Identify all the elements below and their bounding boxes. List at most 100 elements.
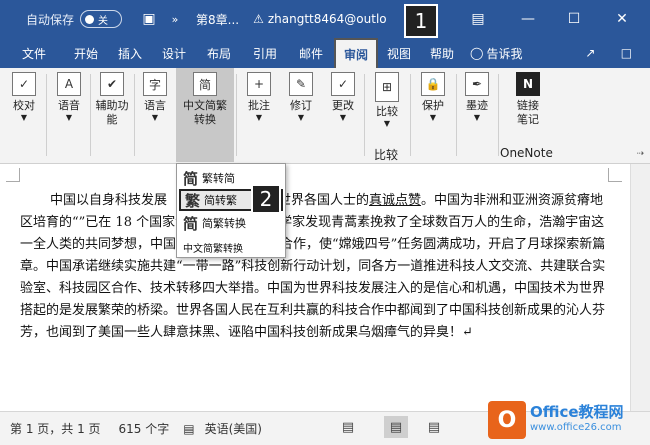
ribbon: ✓ 校对 ▼ A 语音 ▼ ✔ 辅助功 能 字 语言 ▼ 简 中文简繁 转换 +… xyxy=(0,68,650,164)
protect-label: 保护 xyxy=(422,99,444,112)
protect-button[interactable]: 🔒 保护 ▼ xyxy=(414,72,452,123)
ink-button[interactable]: ✒ 墨迹 ▼ xyxy=(458,72,496,123)
tab-design[interactable]: 设计 xyxy=(152,38,196,68)
traditional-glyph-icon: 繁 xyxy=(185,191,201,210)
chevron-down-icon: ▼ xyxy=(429,113,437,122)
chevron-down-icon: ▼ xyxy=(473,113,481,122)
text-run: 浩瀚宇宙这一全人类的共同梦想，中国积极推动国际航天合作，使“嫦娥四号”任务圆满成… xyxy=(20,215,606,340)
speech-label: 语音 xyxy=(58,99,80,112)
speech-button[interactable]: A 语音 ▼ xyxy=(50,72,88,123)
quick-access-more-icon[interactable]: » xyxy=(164,8,186,30)
proofing-status-icon[interactable]: ▤ xyxy=(183,422,194,436)
chevron-down-icon: ▼ xyxy=(339,113,347,122)
language-button[interactable]: 字 语言 ▼ xyxy=(136,72,174,123)
comments-icon[interactable]: □ xyxy=(612,38,640,68)
step-callout-1: 1 xyxy=(404,4,438,38)
accessibility-label-2: 能 xyxy=(106,113,118,126)
chinese-convert-button[interactable]: 简 中文简繁 转换 xyxy=(176,68,234,162)
ribbon-separator xyxy=(364,74,365,156)
text-run: 中国以自身科技发展 xyxy=(50,193,168,208)
save-icon[interactable]: ▣ xyxy=(138,8,160,30)
menu-item-label: 繁转简 xyxy=(202,172,236,185)
web-layout-icon[interactable]: ▤ xyxy=(422,416,446,438)
chevron-down-icon: ▼ xyxy=(383,119,391,128)
tell-me-label: 告诉我 xyxy=(486,46,523,61)
ribbon-separator xyxy=(410,74,411,156)
maximize-icon[interactable]: ☐ xyxy=(552,0,596,38)
menu-item-label: 简转繁 xyxy=(204,194,238,207)
compare-button[interactable]: ⊞ 比较 ▼ xyxy=(368,72,406,129)
collapse-ribbon-icon[interactable]: ⇢ xyxy=(636,149,644,159)
chinese-convert-label: 中文简繁 xyxy=(183,99,227,112)
onenote-link-button[interactable]: N 链接 笔记 xyxy=(504,72,552,127)
tab-layout[interactable]: 布局 xyxy=(196,38,242,68)
account-email: zhangtt8464@outlo xyxy=(267,12,387,26)
comments-button[interactable]: + 批注 ▼ xyxy=(240,72,278,123)
group-label-compare: 比较 xyxy=(374,148,399,162)
changes-icon: ✓ xyxy=(331,72,355,96)
language-status[interactable]: 英语(美国) xyxy=(205,420,262,437)
office-logo-icon: O xyxy=(488,401,526,439)
watermark-line2: www.office26.com xyxy=(530,422,622,433)
watermark-line1: Office教程网 xyxy=(530,403,624,421)
accessibility-label: 辅助功 xyxy=(95,99,129,112)
ribbon-display-icon[interactable]: ▤ xyxy=(456,0,500,38)
group-label-onenote: OneNote xyxy=(500,146,553,160)
underlined-text: 真诚点赞 xyxy=(369,193,422,208)
tab-help[interactable]: 帮助 xyxy=(420,38,464,68)
chevron-down-icon: ▼ xyxy=(65,113,73,122)
watermark-text: Office教程网 www.office26.com xyxy=(530,404,624,436)
chinese-convert-icon: 简 xyxy=(193,72,217,96)
accessibility-icon: ✔ xyxy=(100,72,124,96)
read-mode-icon[interactable]: ▤ xyxy=(336,416,360,438)
page-count[interactable]: 第 1 页，共 1 页 xyxy=(10,420,101,437)
text-run: ”已在 18 个国家试种推广，中国科学家发现青蒿素挽救了全球数百万人的生命， xyxy=(78,215,540,230)
tell-me-search[interactable]: ◯ 告诉我 xyxy=(470,45,522,62)
chevron-down-icon: ▼ xyxy=(20,113,28,122)
proofing-button[interactable]: ✓ 校对 ▼ xyxy=(6,72,42,123)
compare-label: 比较 xyxy=(376,105,398,118)
abc-check-icon: ✓ xyxy=(12,72,36,96)
onenote-link-label: 链接 xyxy=(517,99,539,112)
ribbon-separator xyxy=(456,74,457,156)
simplified-glyph-icon: 简 xyxy=(183,169,199,188)
document-title: 第8章... xyxy=(196,12,240,27)
tab-insert[interactable]: 插入 xyxy=(108,38,152,68)
tab-home[interactable]: 开始 xyxy=(64,38,108,68)
word-count[interactable]: 615 个字 xyxy=(119,420,170,437)
menu-tooltip: 中文简繁转换 xyxy=(183,243,243,255)
tab-review[interactable]: 审阅 xyxy=(334,38,378,68)
tab-mailings[interactable]: 邮件 xyxy=(288,38,334,68)
document-paragraph[interactable]: 中国以自身科技发展 了来自世界各国人士的真诚点赞。中国为非洲和亚洲资源贫瘠地区培育… xyxy=(20,190,610,344)
margin-mark xyxy=(6,168,20,182)
ribbon-separator xyxy=(46,74,47,156)
chinese-convert-label-2: 转换 xyxy=(194,113,216,126)
menu-item-convert[interactable]: 简 简繁转换 xyxy=(179,212,283,234)
tab-view[interactable]: 视图 xyxy=(378,38,420,68)
accessibility-button[interactable]: ✔ 辅助功 能 xyxy=(92,72,132,127)
changes-button[interactable]: ✓ 更改 ▼ xyxy=(324,72,362,123)
ink-label: 墨迹 xyxy=(466,99,488,112)
convert-glyph-icon: 简 xyxy=(183,214,199,233)
ribbon-separator xyxy=(134,74,135,156)
speech-icon: A xyxy=(57,72,81,96)
track-changes-button[interactable]: ✎ 修订 ▼ xyxy=(282,72,320,123)
autosave-toggle[interactable]: 关 xyxy=(80,10,123,28)
share-icon[interactable]: ↗ xyxy=(576,38,604,68)
autosave-control[interactable]: 自动保存 关 xyxy=(26,10,123,28)
onenote-link-label-2: 笔记 xyxy=(517,113,539,126)
margin-mark xyxy=(608,168,622,182)
print-layout-icon[interactable]: ▤ xyxy=(384,416,408,438)
step-callout-2: 2 xyxy=(251,184,281,214)
minimize-icon[interactable]: — xyxy=(506,0,550,38)
autosave-label: 自动保存 xyxy=(26,12,75,27)
account[interactable]: ⚠ zhangtt8464@outlo m xyxy=(253,12,426,26)
track-changes-icon: ✎ xyxy=(289,72,313,96)
tab-file[interactable]: 文件 xyxy=(12,38,56,68)
vertical-scrollbar[interactable] xyxy=(630,164,650,411)
ribbon-tabs: 文件 开始 插入 设计 布局 引用 邮件 审阅 视图 帮助 ◯ 告诉我 ↗ □ xyxy=(0,38,650,68)
tab-references[interactable]: 引用 xyxy=(242,38,288,68)
language-label: 语言 xyxy=(144,99,166,112)
autosave-state: 关 xyxy=(98,15,109,27)
close-icon[interactable]: ✕ xyxy=(600,0,644,38)
